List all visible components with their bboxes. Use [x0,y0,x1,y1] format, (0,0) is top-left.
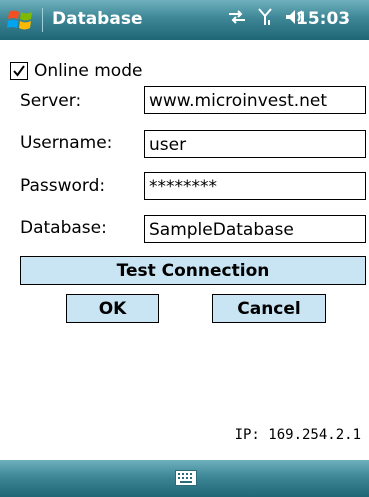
ip-address: IP: 169.254.2.1 [234,427,361,443]
test-connection-button[interactable]: Test Connection [20,256,366,285]
online-mode-checkbox[interactable] [10,62,28,80]
database-label: Database: [20,218,107,238]
ok-button[interactable]: OK [66,294,159,323]
sync-arrows-icon[interactable] [228,9,246,25]
bottom-bar [0,460,369,497]
title-separator [42,8,43,32]
server-input[interactable]: www.microinvest.net [144,86,366,114]
window-title: Database [52,9,143,29]
clock[interactable]: 15:03 [296,9,350,29]
server-label: Server: [20,91,82,111]
database-input[interactable]: SampleDatabase [144,215,366,243]
username-label: Username: [20,133,113,153]
checkmark-icon [13,65,25,77]
title-bar: Database 15:03 [0,0,369,40]
password-label: Password: [20,176,106,196]
online-mode-label: Online mode [34,61,143,81]
cancel-button[interactable]: Cancel [212,294,326,323]
password-input[interactable]: ******** [144,172,366,200]
status-icons [228,8,306,26]
signal-strength-icon[interactable] [258,8,272,26]
windows-flag-icon[interactable] [6,6,34,34]
online-mode-checkbox-row[interactable]: Online mode [10,61,142,81]
keyboard-icon[interactable] [175,470,197,486]
username-input[interactable]: user [144,130,366,158]
